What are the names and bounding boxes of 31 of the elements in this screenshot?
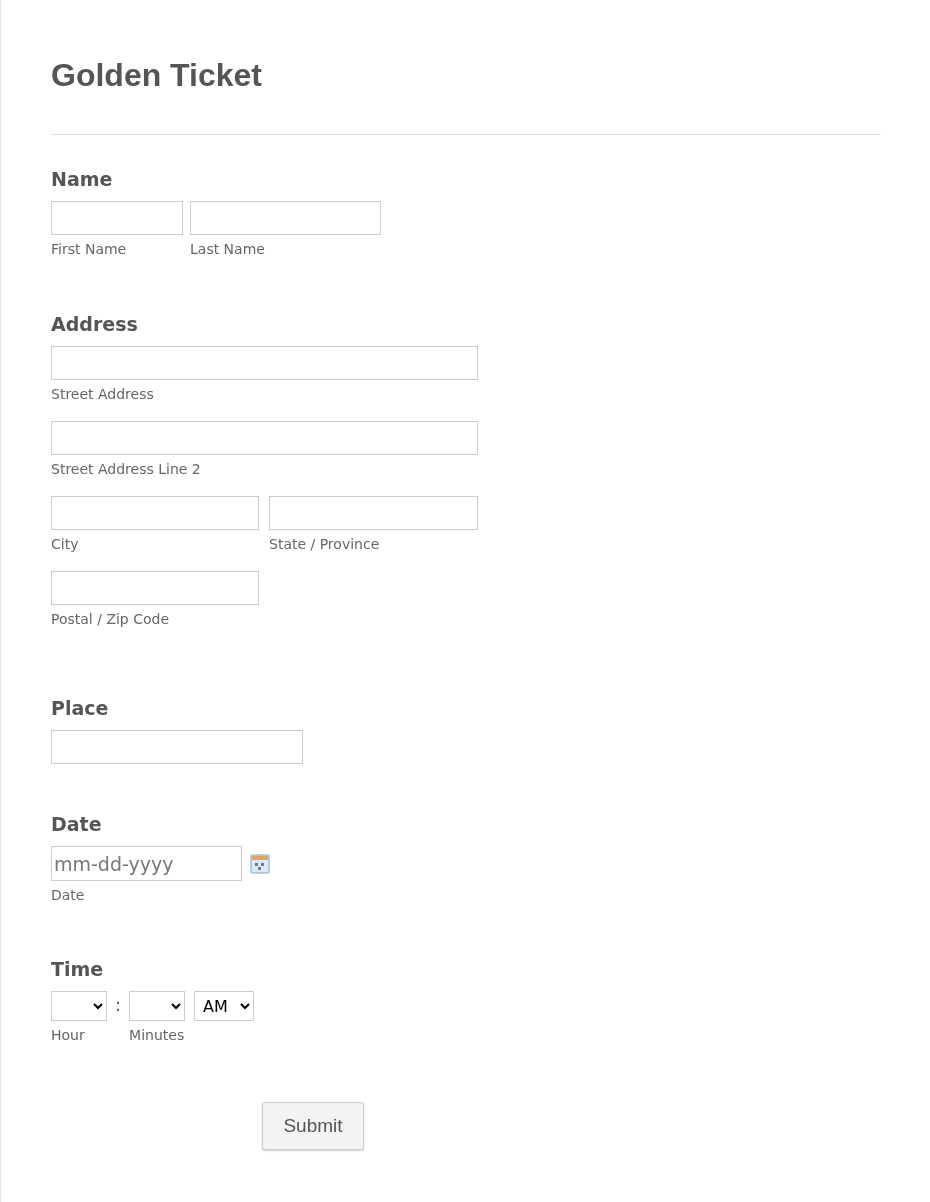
sublabel: Minutes: [129, 1026, 186, 1044]
ampm-select[interactable]: AM: [194, 991, 255, 1021]
hour-select[interactable]: [51, 991, 107, 1021]
calendar-icon[interactable]: [250, 853, 270, 874]
form-title: Golden Ticket: [51, 56, 263, 94]
date-field[interactable]: mm-dd-yyyy: [51, 846, 242, 881]
input-field[interactable]: [190, 201, 381, 235]
input-field[interactable]: [269, 496, 478, 530]
sublabel: Last Name: [190, 240, 266, 258]
input-field[interactable]: [51, 571, 259, 605]
field-label: Date: [51, 812, 102, 836]
sublabel: Street Address: [51, 385, 155, 403]
field-label: Place: [51, 696, 109, 720]
sublabel: State / Province: [269, 535, 381, 553]
field-label: Address: [51, 312, 138, 336]
submit-button[interactable]: Submit: [262, 1102, 364, 1150]
minutes-select[interactable]: [129, 991, 186, 1021]
sublabel: Date: [51, 886, 86, 904]
time-separator: :: [115, 993, 122, 1017]
input-field[interactable]: [51, 346, 478, 380]
sublabel: City: [51, 535, 80, 553]
input-field[interactable]: [51, 496, 259, 530]
field-label: Time: [51, 957, 104, 981]
sublabel: Street Address Line 2: [51, 460, 202, 478]
sublabel: First Name: [51, 240, 128, 258]
input-field[interactable]: [51, 201, 183, 235]
sublabel: Postal / Zip Code: [51, 610, 171, 628]
sublabel: Hour: [51, 1026, 86, 1044]
field-label: Name: [51, 167, 113, 191]
input-field[interactable]: [51, 421, 478, 455]
input-field[interactable]: [51, 730, 303, 764]
